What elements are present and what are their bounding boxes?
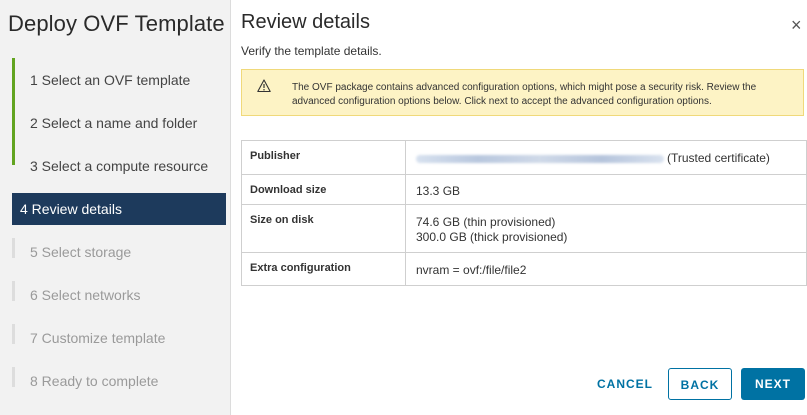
table-row-download-size: Download size 13.3 GB xyxy=(242,175,806,205)
step-select-compute-resource[interactable]: 3 Select a compute resource xyxy=(12,150,226,182)
warning-alert: The OVF package contains advanced config… xyxy=(241,69,804,116)
publisher-value: (Trusted certificate) xyxy=(416,151,770,165)
extra-configuration-label: Extra configuration xyxy=(242,253,406,285)
step-select-networks: 6 Select networks xyxy=(30,287,141,303)
download-size-label: Download size xyxy=(242,175,406,204)
step-review-details[interactable]: 4 Review details xyxy=(12,193,226,225)
step-select-ovf-template[interactable]: 1 Select an OVF template xyxy=(12,64,226,96)
table-row-publisher: Publisher (Trusted certificate) xyxy=(242,141,806,175)
download-size-value: 13.3 GB xyxy=(416,184,461,198)
page-title: Review details xyxy=(241,11,370,33)
step-ready-to-complete: 8 Ready to complete xyxy=(30,373,159,389)
close-icon[interactable]: × xyxy=(791,16,802,34)
redacted-publisher-name xyxy=(416,154,664,163)
step-select-name-folder[interactable]: 2 Select a name and folder xyxy=(12,107,226,139)
step-customize-template: 7 Customize template xyxy=(30,330,166,346)
back-button[interactable]: BACK xyxy=(668,368,732,400)
table-row-extra-configuration: Extra configuration nvram = ovf:/file/fi… xyxy=(242,253,806,285)
size-on-disk-value: 74.6 GB (thin provisioned) 300.0 GB (thi… xyxy=(416,215,567,245)
step-select-storage: 5 Select storage xyxy=(30,244,132,260)
warning-triangle-icon xyxy=(257,79,271,93)
main-panel: Review details × Verify the template det… xyxy=(231,0,807,415)
cancel-button[interactable]: CANCEL xyxy=(590,368,660,400)
size-on-disk-label: Size on disk xyxy=(242,205,406,252)
extra-configuration-value: nvram = ovf:/file/file2 xyxy=(416,263,527,277)
wizard-title: Deploy OVF Template xyxy=(8,11,225,36)
details-table: Publisher (Trusted certificate) Download… xyxy=(241,140,807,286)
next-button[interactable]: NEXT xyxy=(741,368,805,400)
wizard-sidebar: Deploy OVF Template 1 Select an OVF temp… xyxy=(0,0,231,415)
size-thin-provisioned: 74.6 GB (thin provisioned) xyxy=(416,215,556,229)
size-thick-provisioned: 300.0 GB (thick provisioned) xyxy=(416,230,568,244)
trusted-certificate-note: (Trusted certificate) xyxy=(667,151,770,165)
alert-message: The OVF package contains advanced config… xyxy=(292,82,757,107)
publisher-label: Publisher xyxy=(242,141,406,174)
table-row-size-on-disk: Size on disk 74.6 GB (thin provisioned) … xyxy=(242,205,806,253)
page-subtitle: Verify the template details. xyxy=(241,44,382,58)
